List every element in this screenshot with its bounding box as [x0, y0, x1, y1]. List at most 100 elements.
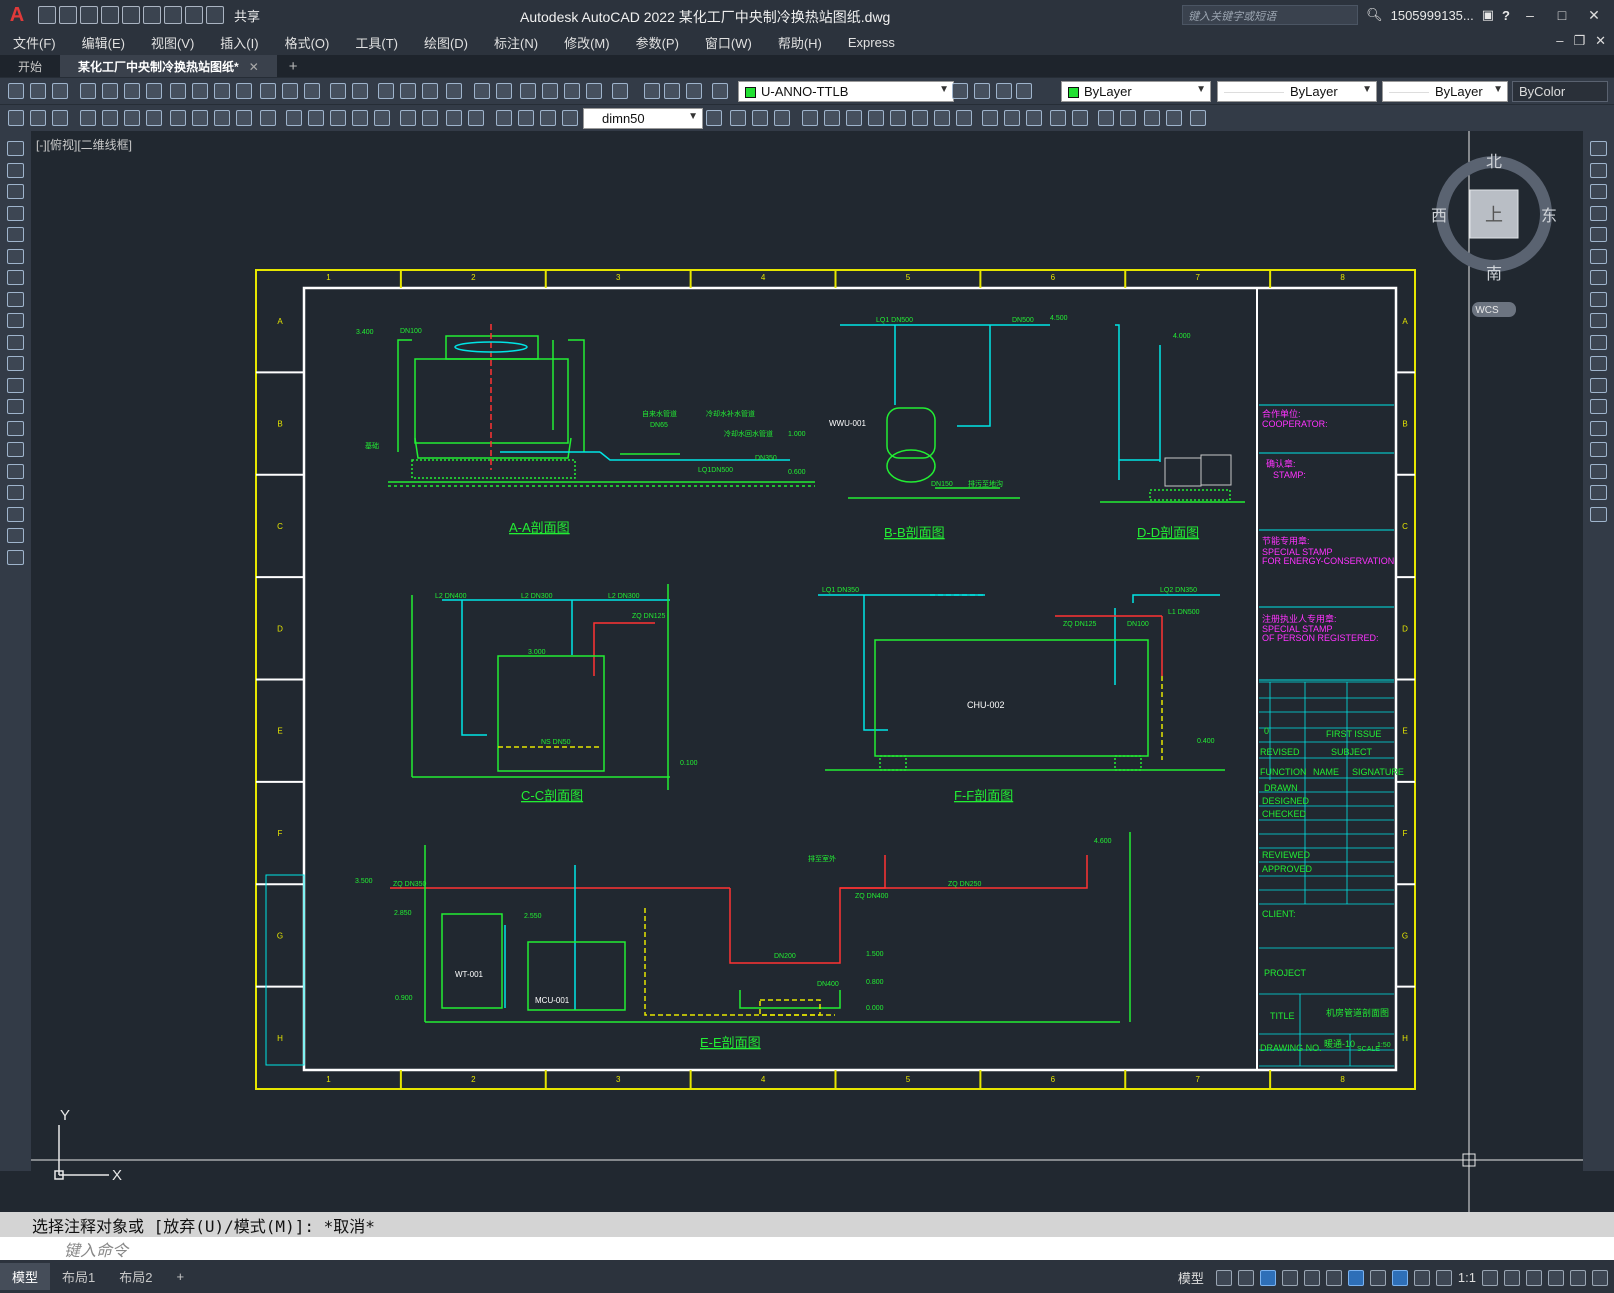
dimension-tool-5-icon[interactable] [102, 110, 118, 126]
standard-tool-26-icon[interactable] [586, 83, 602, 99]
menu-format[interactable]: 格式(O) [272, 33, 343, 52]
dimension-tool-9-icon[interactable] [192, 110, 208, 126]
modify-tool-6-icon[interactable] [1590, 248, 1607, 264]
viewport-label[interactable]: [-][俯视][二维线框] [36, 137, 132, 152]
drawing-canvas[interactable]: [-][俯视][二维线框] 1 1 2 2 3 3 4 4 5 5 6 6 7 7 8 8 A A B B C C D D E E… [31, 131, 1583, 1212]
draw-tool-18-icon[interactable] [7, 506, 24, 522]
save-as-icon[interactable] [101, 6, 119, 24]
standard-tool-18-icon[interactable] [400, 83, 416, 99]
dimension-tool-3-icon[interactable] [52, 110, 68, 126]
doc-close-button[interactable]: ✕ [1595, 33, 1606, 49]
draw-tool-3-icon[interactable] [7, 184, 24, 199]
close-icon[interactable]: ✕ [249, 60, 259, 74]
modify-tool-12-icon[interactable] [1590, 377, 1607, 393]
standard-tool-3-icon[interactable] [52, 83, 68, 99]
dynamic-input-icon[interactable] [1281, 1269, 1298, 1286]
infer-constraints-icon[interactable] [1259, 1269, 1276, 1286]
standard-tool-24-icon[interactable] [542, 83, 558, 99]
doc-minimize-button[interactable]: – [1556, 33, 1563, 49]
draw-tool-19-icon[interactable] [7, 528, 24, 543]
draw-tool-14-icon[interactable] [7, 420, 24, 436]
draw-tool-12-icon[interactable] [7, 377, 24, 393]
gear-icon[interactable] [1482, 1269, 1498, 1286]
tab-start[interactable]: 开始 [0, 55, 60, 77]
compass-west[interactable]: 西 [1431, 208, 1447, 225]
share-button[interactable]: 共享 [234, 6, 260, 25]
ortho-icon[interactable] [1303, 1269, 1320, 1286]
lineweight-icon[interactable] [1369, 1269, 1386, 1286]
dimension-tool-45-icon[interactable] [1144, 110, 1160, 126]
minimize-button[interactable]: – [1518, 7, 1542, 23]
dimension-tool-42-icon[interactable] [1072, 110, 1088, 126]
dimension-tool-28-icon[interactable] [752, 110, 768, 126]
draw-tool-13-icon[interactable] [7, 399, 24, 414]
standard-tool-25-icon[interactable] [564, 83, 580, 99]
publish-icon[interactable] [122, 6, 140, 24]
dimension-tool-25-icon[interactable] [562, 110, 578, 126]
menu-dimension[interactable]: 标注(N) [481, 33, 551, 52]
dimension-tool-14-icon[interactable] [308, 110, 324, 126]
standard-tool-9-icon[interactable] [192, 83, 208, 99]
draw-tool-11-icon[interactable] [7, 356, 24, 371]
modify-tool-9-icon[interactable] [1590, 313, 1607, 328]
dimension-tool-44-icon[interactable] [1120, 110, 1136, 126]
hardware-accel-icon[interactable] [1548, 1269, 1564, 1286]
menu-tools[interactable]: 工具(T) [342, 33, 411, 52]
menu-view[interactable]: 视图(V) [138, 33, 207, 52]
layer-dropdown[interactable]: U-ANNO-TTLB ▼ [738, 81, 954, 102]
standard-tool-5-icon[interactable] [102, 83, 118, 99]
dimension-tool-29-icon[interactable] [774, 110, 790, 126]
modify-tool-1-icon[interactable] [1590, 141, 1607, 156]
dimension-tool-32-icon[interactable] [846, 110, 862, 126]
undo-icon[interactable] [185, 6, 203, 24]
standard-tool-28-icon[interactable] [644, 83, 660, 99]
standard-tool-22-icon[interactable] [496, 83, 512, 99]
print-icon[interactable] [164, 6, 182, 24]
dimension-tool-1-icon[interactable] [8, 110, 24, 126]
isolate-icon[interactable] [1526, 1269, 1542, 1286]
dimension-tool-41-icon[interactable] [1050, 110, 1066, 126]
dimension-tool-10-icon[interactable] [214, 110, 230, 126]
dimension-tool-26-icon[interactable] [706, 110, 722, 126]
dimension-tool-7-icon[interactable] [146, 110, 162, 126]
menu-draw[interactable]: 绘图(D) [411, 33, 481, 52]
dimension-tool-11-icon[interactable] [236, 110, 252, 126]
tab-layout2[interactable]: 布局2 [107, 1263, 164, 1290]
dimension-tool-23-icon[interactable] [518, 110, 534, 126]
modify-tool-8-icon[interactable] [1590, 291, 1607, 307]
snap-icon[interactable] [1237, 1269, 1254, 1286]
standard-tool-33-icon[interactable] [974, 83, 990, 99]
color-dropdown[interactable]: ByLayer ▼ [1061, 81, 1211, 102]
draw-tool-8-icon[interactable] [7, 291, 24, 307]
dimension-tool-38-icon[interactable] [982, 110, 998, 126]
annotation-scale-icon[interactable] [1435, 1269, 1452, 1286]
modify-tool-13-icon[interactable] [1590, 399, 1607, 414]
annotation-visibility-icon[interactable] [1391, 1269, 1408, 1286]
modify-tool-14-icon[interactable] [1590, 420, 1607, 436]
draw-tool-16-icon[interactable] [7, 463, 24, 479]
new-tab-button[interactable]: + [277, 55, 310, 77]
standard-tool-17-icon[interactable] [378, 83, 394, 99]
command-input[interactable]: 键入命令 [0, 1237, 1614, 1260]
modify-tool-17-icon[interactable] [1590, 485, 1607, 500]
standard-tool-8-icon[interactable] [170, 83, 186, 99]
menu-window[interactable]: 窗口(W) [692, 33, 765, 52]
dimension-tool-20-icon[interactable] [446, 110, 462, 126]
standard-tool-21-icon[interactable] [474, 83, 490, 99]
menu-modify[interactable]: 修改(M) [551, 33, 623, 52]
dimension-tool-40-icon[interactable] [1026, 110, 1042, 126]
modify-tool-15-icon[interactable] [1590, 442, 1607, 457]
menu-parametric[interactable]: 参数(P) [623, 33, 692, 52]
autocad-logo[interactable]: A [0, 0, 34, 30]
dimension-tool-35-icon[interactable] [912, 110, 928, 126]
dimension-tool-19-icon[interactable] [422, 110, 438, 126]
standard-tool-15-icon[interactable] [330, 83, 346, 99]
tab-layout1[interactable]: 布局1 [50, 1263, 107, 1290]
grid-icon[interactable] [1215, 1269, 1232, 1286]
annotation-scale[interactable]: 1:1 [1458, 1270, 1476, 1285]
osnap-icon[interactable] [1347, 1269, 1364, 1286]
add-layout-button[interactable]: + [164, 1265, 196, 1288]
modify-tool-5-icon[interactable] [1590, 227, 1607, 242]
draw-tool-4-icon[interactable] [7, 205, 24, 221]
draw-tool-1-icon[interactable] [7, 141, 24, 156]
